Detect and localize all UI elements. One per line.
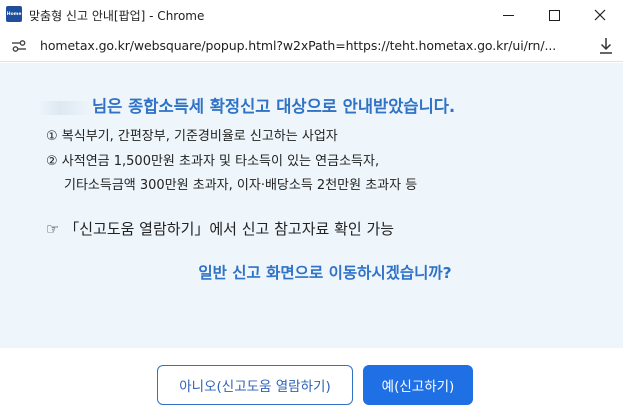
- target-item-1: ① 복식부기, 간편장부, 기준경비율로 신고하는 사업자: [46, 129, 338, 144]
- popup-footer: 아니오(신고도움 열람하기) 예(신고하기): [0, 348, 623, 420]
- no-view-help-button[interactable]: 아니오(신고도움 열람하기): [157, 365, 353, 405]
- download-icon[interactable]: [598, 37, 614, 55]
- app-icon-label: Home: [6, 11, 22, 17]
- maximize-button[interactable]: [531, 0, 577, 30]
- window-titlebar: Home 맞춤형 신고 안내[팝업] - Chrome: [0, 0, 623, 30]
- hometax-app-icon: Home: [6, 6, 22, 22]
- notice-headline: 님은 종합소득세 확정신고 대상으로 안내받았습니다.: [38, 93, 455, 117]
- redacted-name: [38, 100, 92, 115]
- close-button[interactable]: [577, 0, 623, 30]
- target-item-2-continued: 기타소득금액 300만원 초과자, 이자·배당소득 2천만원 초과자 등: [64, 178, 418, 193]
- target-item-2: ② 사적연금 1,500만원 초과자 및 타소득이 있는 연금소득자,: [46, 154, 380, 169]
- url-text[interactable]: hometax.go.kr/websquare/popup.html?w2xPa…: [40, 38, 556, 53]
- confirm-question: 일반 신고 화면으로 이동하시겠습니까?: [198, 264, 452, 282]
- minimize-button[interactable]: [485, 0, 531, 30]
- minimize-icon: [502, 14, 514, 16]
- yes-file-return-button[interactable]: 예(신고하기): [363, 365, 473, 405]
- headline-text: 님은 종합소득세 확정신고 대상으로 안내받았습니다.: [92, 97, 456, 116]
- site-info-icon[interactable]: [11, 39, 27, 53]
- close-icon: [594, 9, 606, 21]
- window-title: 맞춤형 신고 안내[팝업] - Chrome: [29, 9, 205, 23]
- maximize-icon: [548, 9, 560, 21]
- guide-text: ☞ 「신고도움 열람하기」에서 신고 참고자료 확인 가능: [46, 220, 395, 238]
- address-bar[interactable]: hometax.go.kr/websquare/popup.html?w2xPa…: [0, 30, 623, 62]
- popup-content: 님은 종합소득세 확정신고 대상으로 안내받았습니다. ① 복식부기, 간편장부…: [0, 63, 623, 348]
